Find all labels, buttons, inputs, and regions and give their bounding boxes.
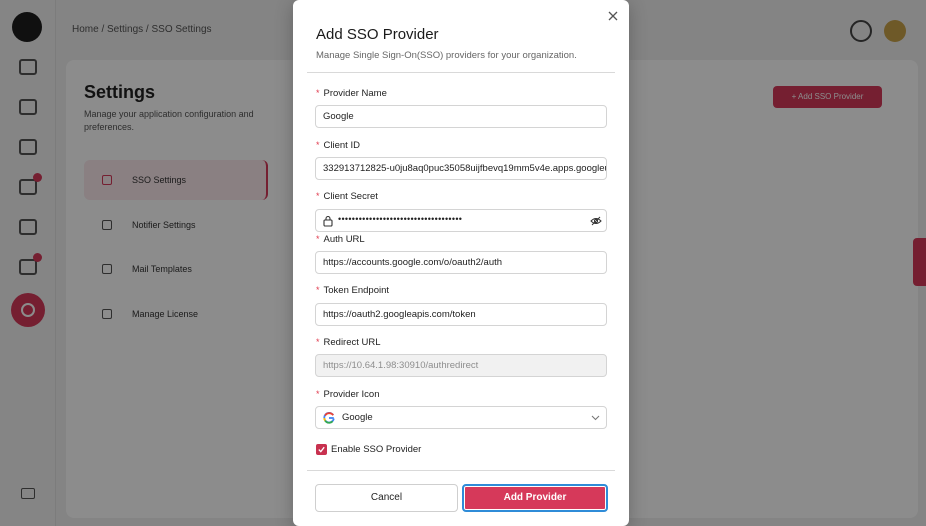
token-endpoint-label-text: Token Endpoint: [323, 285, 390, 296]
client-id-label-text: Client ID: [323, 140, 360, 151]
close-icon: [608, 11, 618, 21]
client-id-label: * Client ID: [316, 140, 360, 151]
provider-name-label-text: Provider Name: [323, 88, 387, 99]
cancel-button[interactable]: Cancel: [315, 484, 458, 512]
redirect-url-input: https://10.64.1.98:30910/authredirect: [315, 354, 607, 377]
token-endpoint-label: * Token Endpoint: [316, 285, 389, 296]
client-secret-label: * Client Secret: [316, 191, 378, 202]
dialog-title: Add SSO Provider: [316, 26, 439, 43]
close-button[interactable]: [605, 8, 621, 24]
provider-name-input[interactable]: Google: [315, 105, 607, 128]
divider: [307, 72, 615, 73]
required-mark: *: [316, 285, 320, 295]
divider: [307, 470, 615, 471]
client-secret-value: ••••••••••••••••••••••••••••••••••••: [338, 214, 463, 224]
required-mark: *: [316, 234, 320, 244]
auth-url-label-text: Auth URL: [323, 234, 365, 245]
add-sso-provider-dialog: Add SSO Provider Manage Single Sign-On(S…: [293, 0, 629, 526]
client-secret-input[interactable]: ••••••••••••••••••••••••••••••••••••: [315, 209, 607, 232]
required-mark: *: [316, 337, 320, 347]
auth-url-input[interactable]: https://accounts.google.com/o/oauth2/aut…: [315, 251, 607, 274]
check-icon: [318, 446, 325, 453]
provider-icon-label: * Provider Icon: [316, 389, 380, 400]
google-icon: [323, 412, 335, 424]
client-secret-label-text: Client Secret: [323, 191, 378, 202]
client-id-input[interactable]: 332913712825-u0ju8aq0puc35058uijfbevq19m…: [315, 157, 607, 180]
provider-icon-select[interactable]: Google: [315, 406, 607, 429]
enable-sso-label: Enable SSO Provider: [331, 444, 422, 455]
required-mark: *: [316, 389, 320, 399]
token-endpoint-input[interactable]: https://oauth2.googleapis.com/token: [315, 303, 607, 326]
redirect-url-label: * Redirect URL: [316, 337, 381, 348]
required-mark: *: [316, 140, 320, 150]
chevron-down-icon: [591, 415, 600, 421]
provider-name-label: * Provider Name: [316, 88, 387, 99]
redirect-url-label-text: Redirect URL: [323, 337, 381, 348]
auth-url-label: * Auth URL: [316, 234, 365, 245]
enable-sso-checkbox[interactable]: [316, 444, 327, 455]
required-mark: *: [316, 191, 320, 201]
provider-icon-value: Google: [342, 412, 373, 423]
eye-slash-icon[interactable]: [590, 216, 602, 226]
dialog-subtitle: Manage Single Sign-On(SSO) providers for…: [316, 50, 577, 61]
lock-icon: [323, 215, 333, 227]
required-mark: *: [316, 88, 320, 98]
add-provider-button[interactable]: Add Provider: [462, 484, 608, 512]
provider-icon-label-text: Provider Icon: [323, 389, 380, 400]
